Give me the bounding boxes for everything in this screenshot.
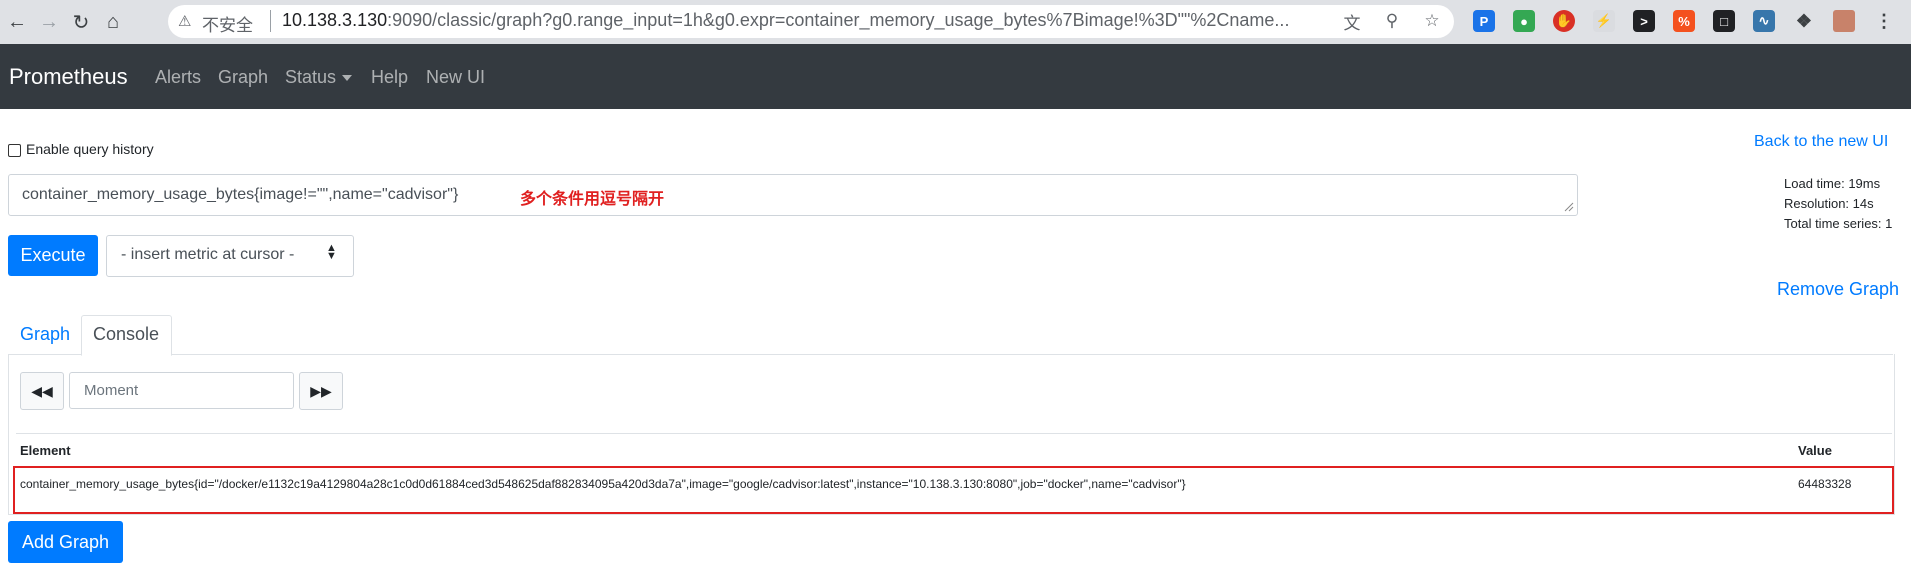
address-url[interactable]: 10.138.3.130:9090/classic/graph?g0.range… [282, 10, 1327, 31]
table-cell-value: 64483328 [1798, 477, 1852, 491]
extension-stop-icon[interactable]: ✋ [1553, 10, 1575, 32]
url-path: :9090/classic/graph?g0.range_input=1h&g0… [387, 10, 1290, 30]
insert-metric-label: - insert metric at cursor - [121, 246, 295, 263]
profile-avatar[interactable] [1833, 10, 1855, 32]
resize-handle-icon[interactable] [1564, 202, 1574, 212]
nav-alerts[interactable]: Alerts [155, 67, 201, 88]
execute-button[interactable]: Execute [8, 235, 98, 276]
extensions-puzzle-icon[interactable]: ❖ [1793, 10, 1815, 32]
moment-back-button[interactable]: ◀◀ [20, 372, 64, 410]
nav-graph[interactable]: Graph [218, 67, 268, 88]
nav-status[interactable]: Status [285, 67, 353, 88]
tab-graph[interactable]: Graph [20, 324, 70, 345]
tab-console-label[interactable]: Console [93, 324, 159, 345]
warning-icon[interactable]: ⚠ [178, 12, 191, 30]
extension-python-icon[interactable]: ∿ [1753, 10, 1775, 32]
back-to-new-ui-link[interactable]: Back to the new UI [1754, 133, 1888, 151]
remove-graph-link[interactable]: Remove Graph [1777, 279, 1899, 300]
select-arrows-icon: ▲ ▼ [326, 242, 337, 262]
translate-icon[interactable]: 文 [1340, 9, 1364, 33]
rewind-icon: ◀◀ [31, 382, 53, 399]
table-cell-element: container_memory_usage_bytes{id="/docker… [20, 477, 1186, 491]
fast-forward-icon: ▶▶ [310, 382, 332, 399]
column-header-value: Value [1798, 443, 1832, 458]
table-header-divider [16, 433, 1892, 434]
query-history-label[interactable]: Enable query history [26, 141, 154, 157]
extension-square-icon[interactable]: □ [1713, 10, 1735, 32]
stat-resolution: Resolution: 14s [1784, 196, 1874, 211]
reload-icon[interactable]: ↻ [68, 9, 94, 35]
browser-menu-icon[interactable]: ⋮ [1873, 10, 1895, 32]
brand-logo-text[interactable]: Prometheus [9, 64, 128, 90]
chevron-down-icon [342, 75, 353, 82]
zoom-icon[interactable]: ⚲ [1380, 9, 1404, 33]
extension-bolt-icon[interactable]: ⚡ [1593, 10, 1615, 32]
extension-terminal-icon[interactable]: > [1633, 10, 1655, 32]
moment-placeholder: Moment [84, 382, 139, 399]
address-divider [270, 10, 271, 32]
insecure-label[interactable]: 不安全 [202, 11, 253, 36]
add-graph-button[interactable]: Add Graph [8, 521, 123, 563]
back-arrow-icon[interactable]: ← [4, 9, 30, 35]
moment-forward-button[interactable]: ▶▶ [299, 372, 343, 410]
nav-help[interactable]: Help [371, 67, 408, 88]
extension-translate-icon[interactable]: % [1673, 10, 1695, 32]
url-host: 10.138.3.130 [282, 10, 388, 30]
column-header-element: Element [20, 443, 71, 458]
extension-paw-icon[interactable]: ● [1513, 10, 1535, 32]
expression-text: container_memory_usage_bytes{image!="",n… [22, 186, 459, 203]
stat-load-time: Load time: 19ms [1784, 176, 1881, 191]
bookmark-star-icon[interactable]: ☆ [1420, 9, 1444, 33]
home-icon[interactable]: ⌂ [100, 9, 126, 35]
nav-new-ui[interactable]: New UI [426, 67, 485, 88]
query-history-checkbox[interactable] [8, 144, 21, 157]
extension-icon[interactable]: P [1473, 10, 1495, 32]
nav-status-label: Status [285, 67, 337, 87]
forward-arrow-icon[interactable]: → [36, 9, 62, 35]
stat-total-series: Total time series: 1 [1784, 216, 1893, 231]
expression-annotation: 多个条件用逗号隔开 [520, 191, 665, 208]
